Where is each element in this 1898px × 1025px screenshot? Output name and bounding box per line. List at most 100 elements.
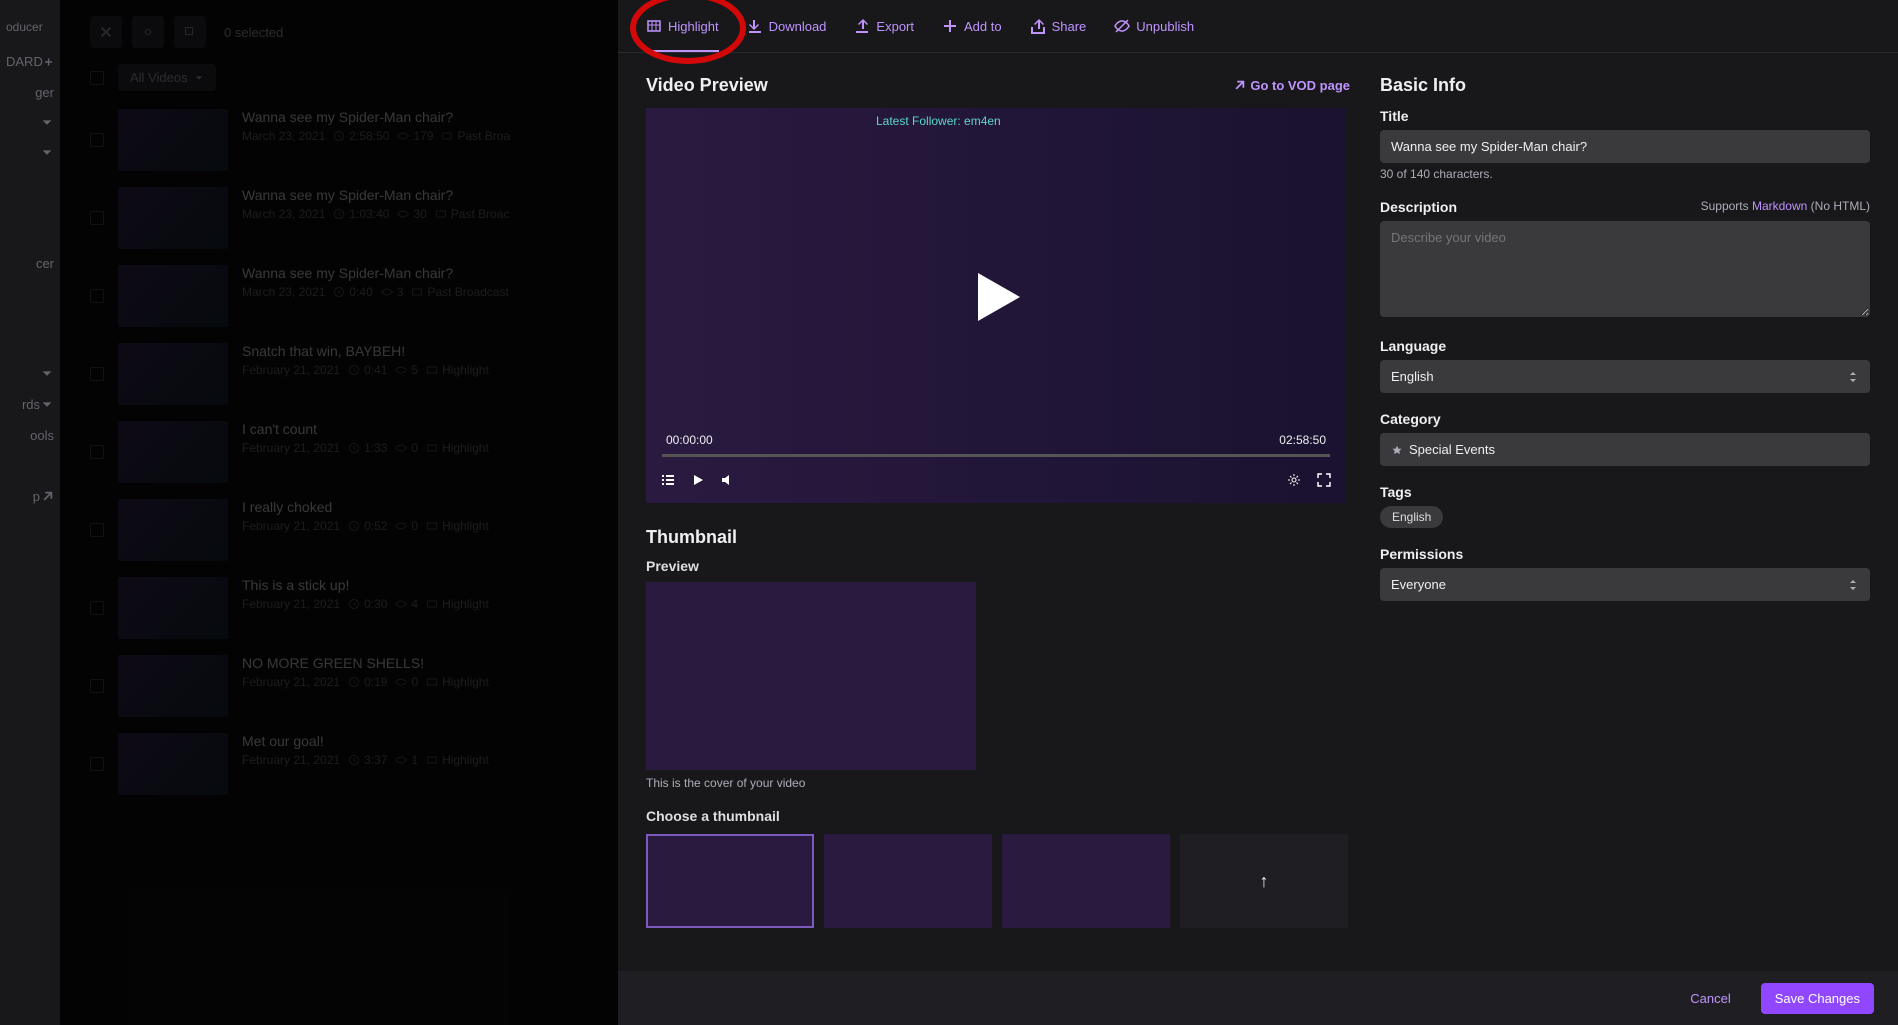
video-list-item[interactable]: Snatch that win, BAYBEH!February 21, 202…: [60, 335, 618, 413]
toolbar-button[interactable]: [132, 16, 164, 48]
video-list-item[interactable]: NO MORE GREEN SHELLS! February 21, 20210:…: [60, 647, 618, 725]
thumbnail-option[interactable]: [646, 834, 814, 928]
clock-icon: [333, 208, 345, 220]
thumbnail-option[interactable]: [1002, 834, 1170, 928]
nav-item[interactable]: p: [0, 481, 60, 512]
share-icon: [1030, 18, 1046, 34]
action-highlight[interactable]: Highlight: [646, 18, 719, 52]
clock-icon: [348, 598, 360, 610]
chapters-button[interactable]: [660, 472, 676, 491]
volume-button[interactable]: [720, 472, 736, 491]
filter-dropdown[interactable]: All Videos: [118, 64, 216, 91]
chevron-down-icon: [40, 116, 54, 130]
type-icon: [426, 598, 438, 610]
play-button-small[interactable]: [690, 472, 706, 491]
toolbar-button[interactable]: [90, 16, 122, 48]
nav-item[interactable]: [0, 359, 60, 389]
highlight-icon: [646, 18, 662, 34]
description-label: Description: [1380, 199, 1457, 215]
stream-overlay-text: Latest Follower: em4en: [876, 114, 1001, 128]
category-select[interactable]: Special Events: [1380, 433, 1870, 466]
clock-icon: [333, 130, 345, 142]
nav-item[interactable]: ools: [0, 420, 60, 451]
vod-page-link[interactable]: Go to VOD page: [1232, 78, 1350, 93]
nav-item[interactable]: DARD: [0, 46, 60, 77]
action-add-to[interactable]: Add to: [942, 18, 1002, 34]
type-icon: [435, 208, 447, 220]
item-meta: March 23, 20210:403Past Broadcast: [242, 285, 509, 299]
video-list-item[interactable]: Wanna see my Spider-Man chair?March 23, …: [60, 179, 618, 257]
fullscreen-icon: [1316, 472, 1332, 488]
item-title: Wanna see my Spider-Man chair?: [242, 265, 509, 281]
item-meta: February 21, 20210:520Highlight: [242, 519, 489, 533]
item-meta: February 21, 20210:190Highlight: [242, 675, 489, 689]
cancel-button[interactable]: Cancel: [1676, 983, 1744, 1014]
close-icon: [99, 25, 113, 39]
eye-icon: [395, 364, 407, 376]
description-input[interactable]: [1380, 221, 1870, 317]
video-list-item[interactable]: I really chokedFebruary 21, 20210:520Hig…: [60, 491, 618, 569]
fullscreen-button[interactable]: [1316, 472, 1332, 491]
video-list-item[interactable]: This is a stick up!February 21, 20210:30…: [60, 569, 618, 647]
toolbar-button[interactable]: [174, 16, 206, 48]
item-checkbox[interactable]: [90, 289, 104, 303]
item-thumbnail: [118, 733, 228, 795]
tag-chip[interactable]: English: [1380, 506, 1443, 528]
seek-bar[interactable]: [662, 454, 1330, 457]
nav-item[interactable]: ger: [0, 77, 60, 108]
item-checkbox[interactable]: [90, 367, 104, 381]
video-list-item[interactable]: Wanna see my Spider-Man chair? March 23, …: [60, 257, 618, 335]
select-all-checkbox[interactable]: [90, 71, 104, 85]
eye-icon: [395, 520, 407, 532]
nav-item[interactable]: [0, 108, 60, 138]
save-button[interactable]: Save Changes: [1761, 983, 1874, 1014]
item-thumbnail: [118, 655, 228, 717]
play-button[interactable]: [960, 261, 1032, 336]
action-unpublish[interactable]: Unpublish: [1114, 18, 1194, 34]
eye-icon: [395, 676, 407, 688]
basic-info-heading: Basic Info: [1380, 75, 1870, 96]
action-download[interactable]: Download: [747, 18, 827, 34]
video-player[interactable]: Latest Follower: em4en 00:00:00 02:58:50: [646, 108, 1346, 503]
video-list-item[interactable]: Wanna see my Spider-Man chair?March 23, …: [60, 101, 618, 179]
item-meta: February 21, 20213:371Highlight: [242, 753, 489, 767]
action-export[interactable]: Export: [854, 18, 914, 34]
type-icon: [426, 754, 438, 766]
item-title: NO MORE GREEN SHELLS!: [242, 655, 489, 671]
type-icon: [426, 364, 438, 376]
permissions-select[interactable]: Everyone: [1380, 568, 1870, 601]
item-checkbox[interactable]: [90, 523, 104, 537]
item-checkbox[interactable]: [90, 211, 104, 225]
item-checkbox[interactable]: [90, 445, 104, 459]
video-list-item[interactable]: Met our goal! February 21, 20213:371Highl…: [60, 725, 618, 803]
item-checkbox[interactable]: [90, 133, 104, 147]
time-total: 02:58:50: [1279, 433, 1326, 447]
nav-item[interactable]: rds: [0, 389, 60, 420]
item-checkbox[interactable]: [90, 601, 104, 615]
nav-item[interactable]: cer: [0, 248, 60, 279]
thumbnail-preview-label: Preview: [646, 558, 1350, 574]
thumbnail-upload[interactable]: ↑: [1180, 834, 1348, 928]
item-thumbnail: [118, 421, 228, 483]
type-icon: [426, 520, 438, 532]
item-meta: February 21, 20211:330Highlight: [242, 441, 489, 455]
item-meta: February 21, 20210:415Highlight: [242, 363, 489, 377]
item-checkbox[interactable]: [90, 679, 104, 693]
settings-button[interactable]: [1286, 472, 1302, 491]
thumbnail-option[interactable]: [824, 834, 992, 928]
video-list-item[interactable]: I can't countFebruary 21, 20211:330Highl…: [60, 413, 618, 491]
description-hint: Supports Markdown (No HTML): [1701, 199, 1870, 215]
nav-item[interactable]: [0, 138, 60, 168]
play-icon: [960, 261, 1032, 333]
eye-icon: [381, 286, 393, 298]
language-select[interactable]: English: [1380, 360, 1870, 393]
clock-icon: [348, 754, 360, 766]
unpublish-icon: [1114, 18, 1130, 34]
item-checkbox[interactable]: [90, 757, 104, 771]
choose-thumbnail-label: Choose a thumbnail: [646, 808, 1350, 824]
title-input[interactable]: [1380, 130, 1870, 163]
play-icon: [690, 472, 706, 488]
action-share[interactable]: Share: [1030, 18, 1087, 34]
category-icon: [1391, 445, 1403, 457]
item-title: Met our goal!: [242, 733, 489, 749]
